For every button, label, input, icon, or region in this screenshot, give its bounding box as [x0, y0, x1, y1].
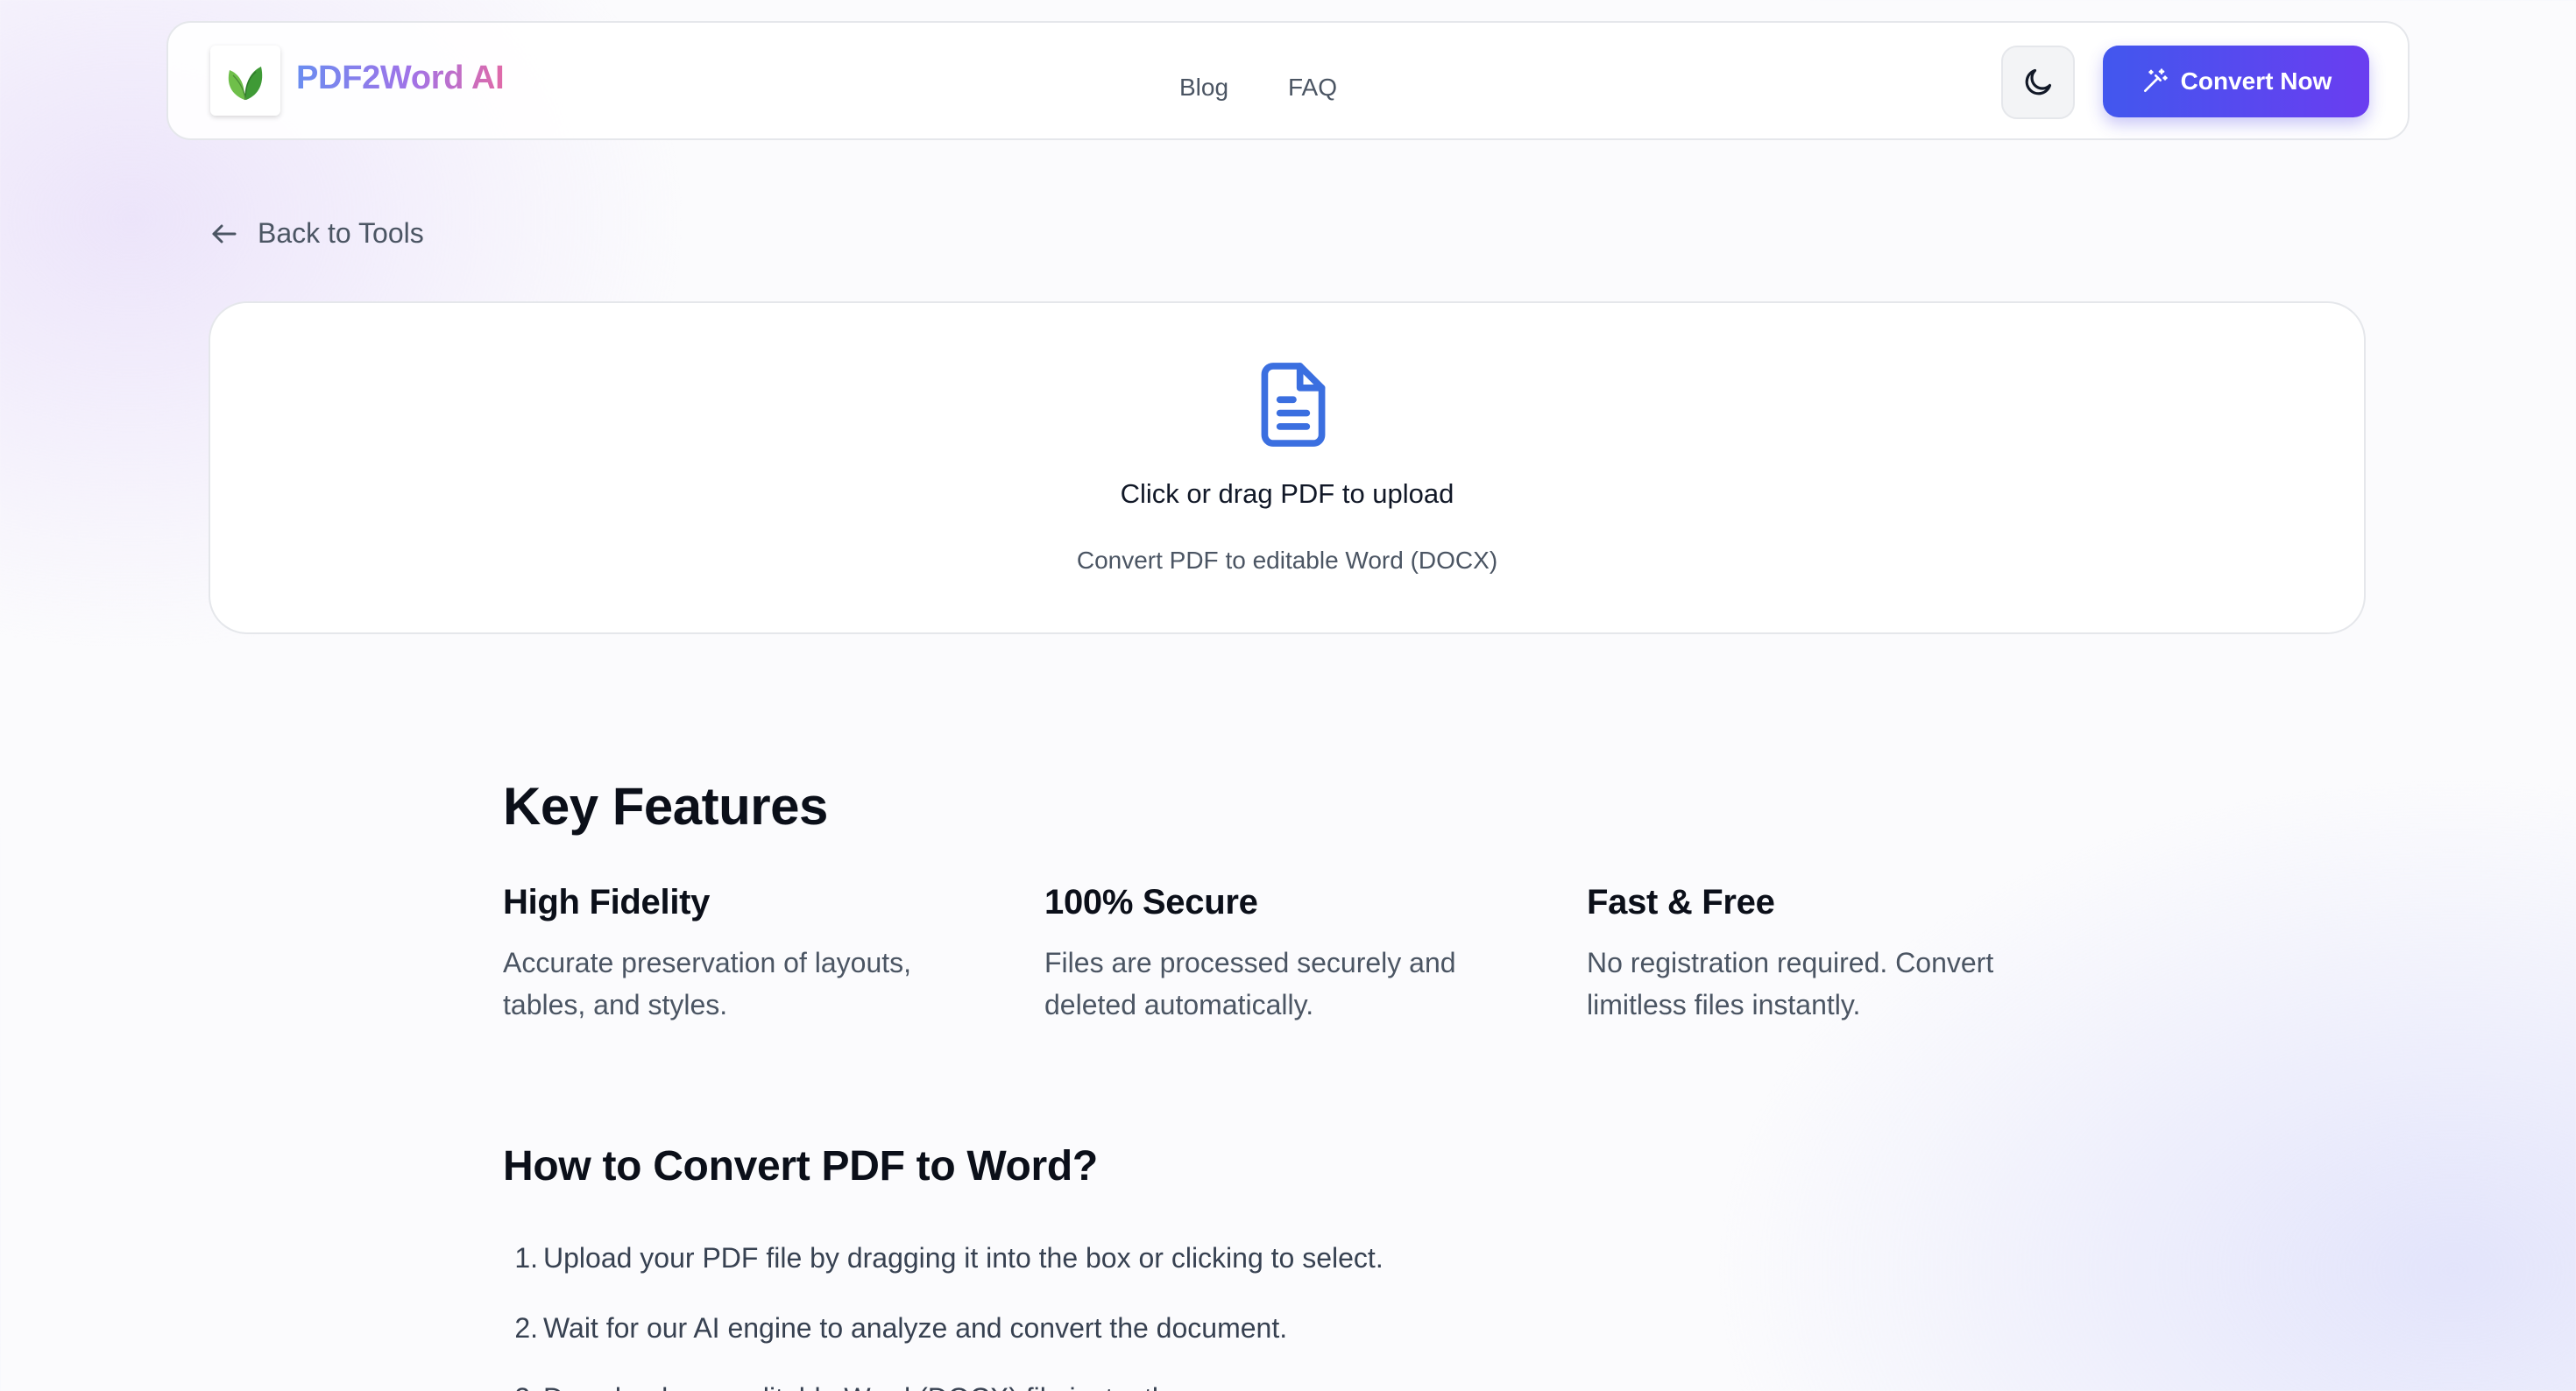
theme-toggle-button[interactable]: [2001, 46, 2075, 119]
feature-description: Files are processed securely and deleted…: [1044, 942, 1518, 1026]
feature-desc-line: Accurate preservation of layouts,: [503, 947, 912, 978]
upload-title: Click or drag PDF to upload: [1120, 478, 1454, 509]
feature-desc-line: tables, and styles.: [503, 989, 728, 1020]
back-to-tools-link[interactable]: Back to Tools: [209, 217, 424, 250]
feature-description: Accurate preservation of layouts, tables…: [503, 942, 976, 1026]
convert-now-label: Convert Now: [2180, 67, 2332, 95]
back-to-tools-label: Back to Tools: [258, 217, 424, 249]
feature-title: 100% Secure: [1044, 883, 1258, 921]
file-text-icon: [1261, 363, 1326, 447]
step-number: 1.: [514, 1242, 538, 1274]
leaf-icon: [228, 67, 263, 101]
step-number: 3.: [503, 1375, 538, 1391]
list-item: 2. Wait for our AI engine to analyze and …: [503, 1305, 2080, 1375]
feature-card: 100% Secure Files are processed securely…: [1044, 883, 1518, 1026]
convert-now-button[interactable]: Convert Now: [2103, 46, 2369, 117]
step-text: Wait for our AI engine to analyze and co…: [543, 1312, 1288, 1344]
feature-card: High Fidelity Accurate preservation of l…: [503, 883, 976, 1026]
feature-desc-line: No registration required. Convert: [1587, 947, 1994, 978]
feature-title: High Fidelity: [503, 883, 711, 921]
pdf-upload-dropzone[interactable]: Click or drag PDF to upload Convert PDF …: [209, 301, 2366, 634]
list-item: 3. Download your editable Word (DOCX) fil…: [503, 1375, 2080, 1391]
howto-steps-list: 1. Upload your PDF file by dragging it in…: [503, 1235, 2080, 1391]
feature-description: No registration required. Convert limitl…: [1587, 942, 2060, 1026]
nav-link-faq[interactable]: FAQ: [1288, 74, 1337, 102]
feature-desc-line: deleted automatically.: [1044, 989, 1314, 1020]
arrow-left-icon: [212, 224, 237, 243]
upload-subtitle: Convert PDF to editable Word (DOCX): [1076, 547, 1498, 574]
howto-heading: How to Convert PDF to Word?: [503, 1143, 1098, 1190]
magic-wand-icon: [2143, 68, 2168, 92]
nav-link-blog[interactable]: Blog: [1179, 74, 1228, 102]
logo[interactable]: [210, 46, 280, 116]
brand-name[interactable]: PDF2Word AI: [296, 60, 505, 97]
key-features-heading: Key Features: [503, 777, 828, 836]
feature-desc-line: Files are processed securely and: [1044, 947, 1456, 978]
feature-card: Fast & Free No registration required. Co…: [1587, 883, 2060, 1026]
step-text: Upload your PDF file by dragging it into…: [543, 1242, 1384, 1274]
step-text: Download your editable Word (DOCX) file …: [543, 1382, 1178, 1391]
step-number: 2.: [514, 1312, 538, 1344]
top-navbar: PDF2Word AI Blog FAQ Convert Now: [166, 21, 2410, 140]
feature-desc-line: limitless files instantly.: [1587, 989, 1861, 1020]
list-item: 1. Upload your PDF file by dragging it in…: [503, 1235, 2080, 1305]
moon-icon: [2025, 68, 2052, 95]
feature-title: Fast & Free: [1587, 883, 1775, 921]
